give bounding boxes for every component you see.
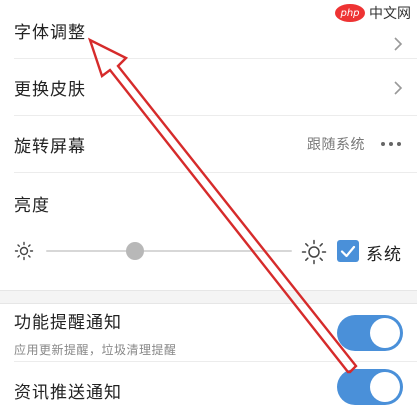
brightness-row: 亮度 bbox=[0, 178, 417, 228]
news-push-toggle[interactable] bbox=[337, 369, 403, 405]
sun-small-icon bbox=[12, 239, 36, 263]
rotate-screen-row[interactable]: 旋转屏幕 跟随系统 bbox=[0, 116, 417, 172]
brightness-slider-row: 系统 bbox=[0, 226, 417, 276]
toggle-knob bbox=[370, 372, 400, 402]
feature-reminder-toggle[interactable] bbox=[337, 315, 403, 351]
rotate-screen-value: 跟随系统 bbox=[307, 137, 365, 153]
brightness-label: 亮度 bbox=[14, 195, 50, 216]
settings-screen: php 中文网 字体调整 更换皮肤 旋转屏幕 跟随系统 亮度 系统 功能提醒通知… bbox=[0, 0, 417, 419]
chevron-right-icon bbox=[393, 37, 403, 51]
section-gap bbox=[0, 290, 417, 304]
brightness-thumb[interactable] bbox=[125, 242, 144, 260]
rotate-screen-label: 旋转屏幕 bbox=[14, 136, 86, 157]
sun-large-icon bbox=[301, 239, 327, 265]
brightness-track[interactable] bbox=[46, 250, 292, 252]
change-skin-label: 更换皮肤 bbox=[14, 80, 86, 100]
feature-reminder-label: 功能提醒通知 bbox=[14, 313, 122, 333]
more-dots-icon[interactable] bbox=[381, 142, 403, 146]
feature-reminder-description: 应用更新提醒，垃圾清理提醒 bbox=[14, 343, 177, 357]
checkbox-checked-icon[interactable] bbox=[337, 240, 359, 262]
chevron-right-icon bbox=[393, 80, 403, 95]
follow-system-label[interactable]: 系统 bbox=[366, 240, 402, 265]
toggle-knob bbox=[370, 318, 400, 348]
change-skin-row[interactable]: 更换皮肤 bbox=[0, 59, 417, 116]
font-adjust-label: 字体调整 bbox=[14, 22, 86, 43]
divider bbox=[14, 172, 417, 173]
font-adjust-row[interactable]: 字体调整 bbox=[0, 0, 417, 60]
news-push-label: 资讯推送通知 bbox=[14, 382, 122, 403]
